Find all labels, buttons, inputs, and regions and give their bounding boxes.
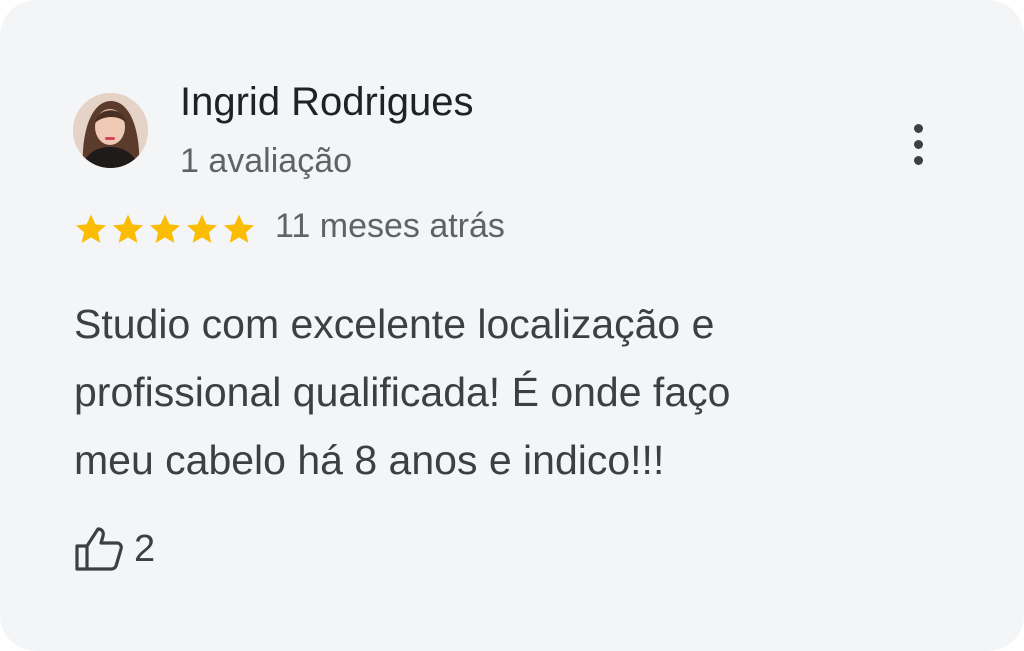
star-icon <box>148 212 182 246</box>
avatar-image <box>73 93 148 168</box>
like-count: 2 <box>134 528 156 570</box>
more-vert-icon-dot-2 <box>913 139 923 149</box>
review-card: Ingrid Rodrigues 1 avaliação 11 meses at… <box>0 0 1024 651</box>
avatar[interactable] <box>73 93 148 168</box>
more-vert-icon <box>913 123 923 133</box>
more-vert-icon-dot-3 <box>913 155 923 165</box>
review-text-line: Studio com excelente localização e <box>74 301 715 347</box>
thumbs-up-icon <box>74 526 124 572</box>
like-button[interactable]: 2 <box>74 522 155 576</box>
author-name[interactable]: Ingrid Rodrigues <box>180 78 474 126</box>
review-time: 11 meses atrás <box>275 207 505 245</box>
review-text-line: profissional qualificada! É onde faço <box>74 369 731 415</box>
review-text-line: meu cabelo há 8 anos e indico!!! <box>74 437 665 483</box>
star-icon <box>185 212 219 246</box>
star-icon <box>111 212 145 246</box>
star-icon <box>74 212 108 246</box>
review-text: Studio com excelente localização e profi… <box>74 290 954 494</box>
star-icon <box>222 212 256 246</box>
star-rating <box>74 212 256 246</box>
author-review-count: 1 avaliação <box>180 142 353 180</box>
more-options-button[interactable] <box>896 114 940 174</box>
